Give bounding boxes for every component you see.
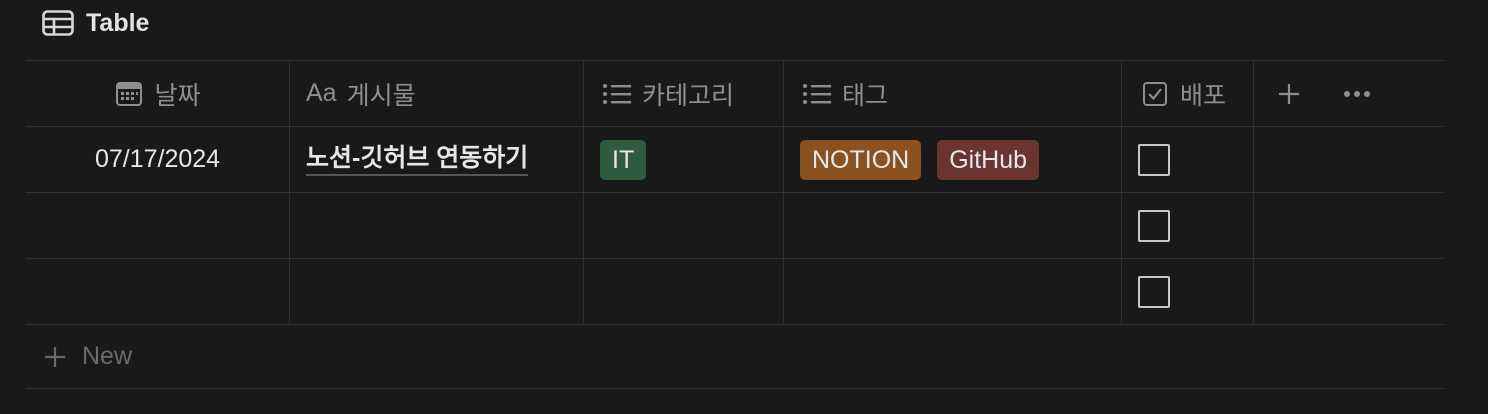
add-property-icon[interactable] [1274,79,1304,109]
checkbox-icon [1140,79,1170,109]
more-options-icon[interactable] [1342,79,1372,109]
tag-pill: NOTION [800,139,922,180]
tags-cell[interactable]: NOTION GitHub [784,127,1122,192]
add-new-row-button[interactable]: New [26,325,1444,389]
header-actions [1254,61,1444,126]
tag-pill: GitHub [937,139,1040,180]
date-cell[interactable] [26,259,290,324]
category-tag: IT [600,139,647,180]
date-cell[interactable]: 07/17/2024 [26,127,290,192]
category-cell[interactable] [584,193,784,258]
column-header-date[interactable]: 날짜 [26,61,290,126]
calendar-icon [114,79,144,109]
empty-cell [1254,259,1444,324]
list-icon [602,79,632,109]
view-header[interactable]: Table [42,6,149,40]
empty-cell [1254,193,1444,258]
text-type-icon: Aa [306,79,337,107]
deploy-cell [1122,259,1254,324]
deploy-cell [1122,193,1254,258]
column-header-post[interactable]: Aa 게시물 [290,61,584,126]
column-header-category[interactable]: 카테고리 [584,61,784,126]
column-label: 배포 [1180,81,1227,110]
date-cell[interactable] [26,193,290,258]
deploy-checkbox[interactable] [1138,209,1170,242]
column-label: 날짜 [154,81,201,110]
deploy-checkbox[interactable] [1138,275,1170,308]
column-label: 게시물 [346,81,416,110]
column-header-tags[interactable]: 태그 [784,61,1122,126]
post-cell[interactable] [290,259,584,324]
column-label: 카테고리 [642,81,735,110]
post-title-link[interactable]: 노션-깃허브 연동하기 [306,143,529,176]
deploy-cell [1122,127,1254,192]
table-row[interactable] [26,259,1444,325]
column-header-deploy[interactable]: 배포 [1122,61,1254,126]
list-icon [802,79,832,109]
database-table: 날짜 Aa 게시물 카테고리 태그 배포 07/17/2024 노션-깃허브 연… [26,60,1444,389]
post-cell[interactable]: 노션-깃허브 연동하기 [290,127,584,192]
post-cell[interactable] [290,193,584,258]
table-icon [42,10,74,36]
column-label: 태그 [842,81,889,110]
tags-cell[interactable] [784,259,1122,324]
table-row[interactable] [26,193,1444,259]
plus-icon [40,342,70,372]
category-cell[interactable]: IT [584,127,784,192]
new-row-label: New [82,342,133,370]
date-value: 07/17/2024 [94,145,221,173]
table-row[interactable]: 07/17/2024 노션-깃허브 연동하기 IT NOTION GitHub [26,127,1444,193]
view-title: Table [86,8,150,37]
empty-cell [1254,127,1444,192]
deploy-checkbox[interactable] [1138,143,1170,176]
table-header-row: 날짜 Aa 게시물 카테고리 태그 배포 [26,61,1444,127]
tags-cell[interactable] [784,193,1122,258]
category-cell[interactable] [584,259,784,324]
